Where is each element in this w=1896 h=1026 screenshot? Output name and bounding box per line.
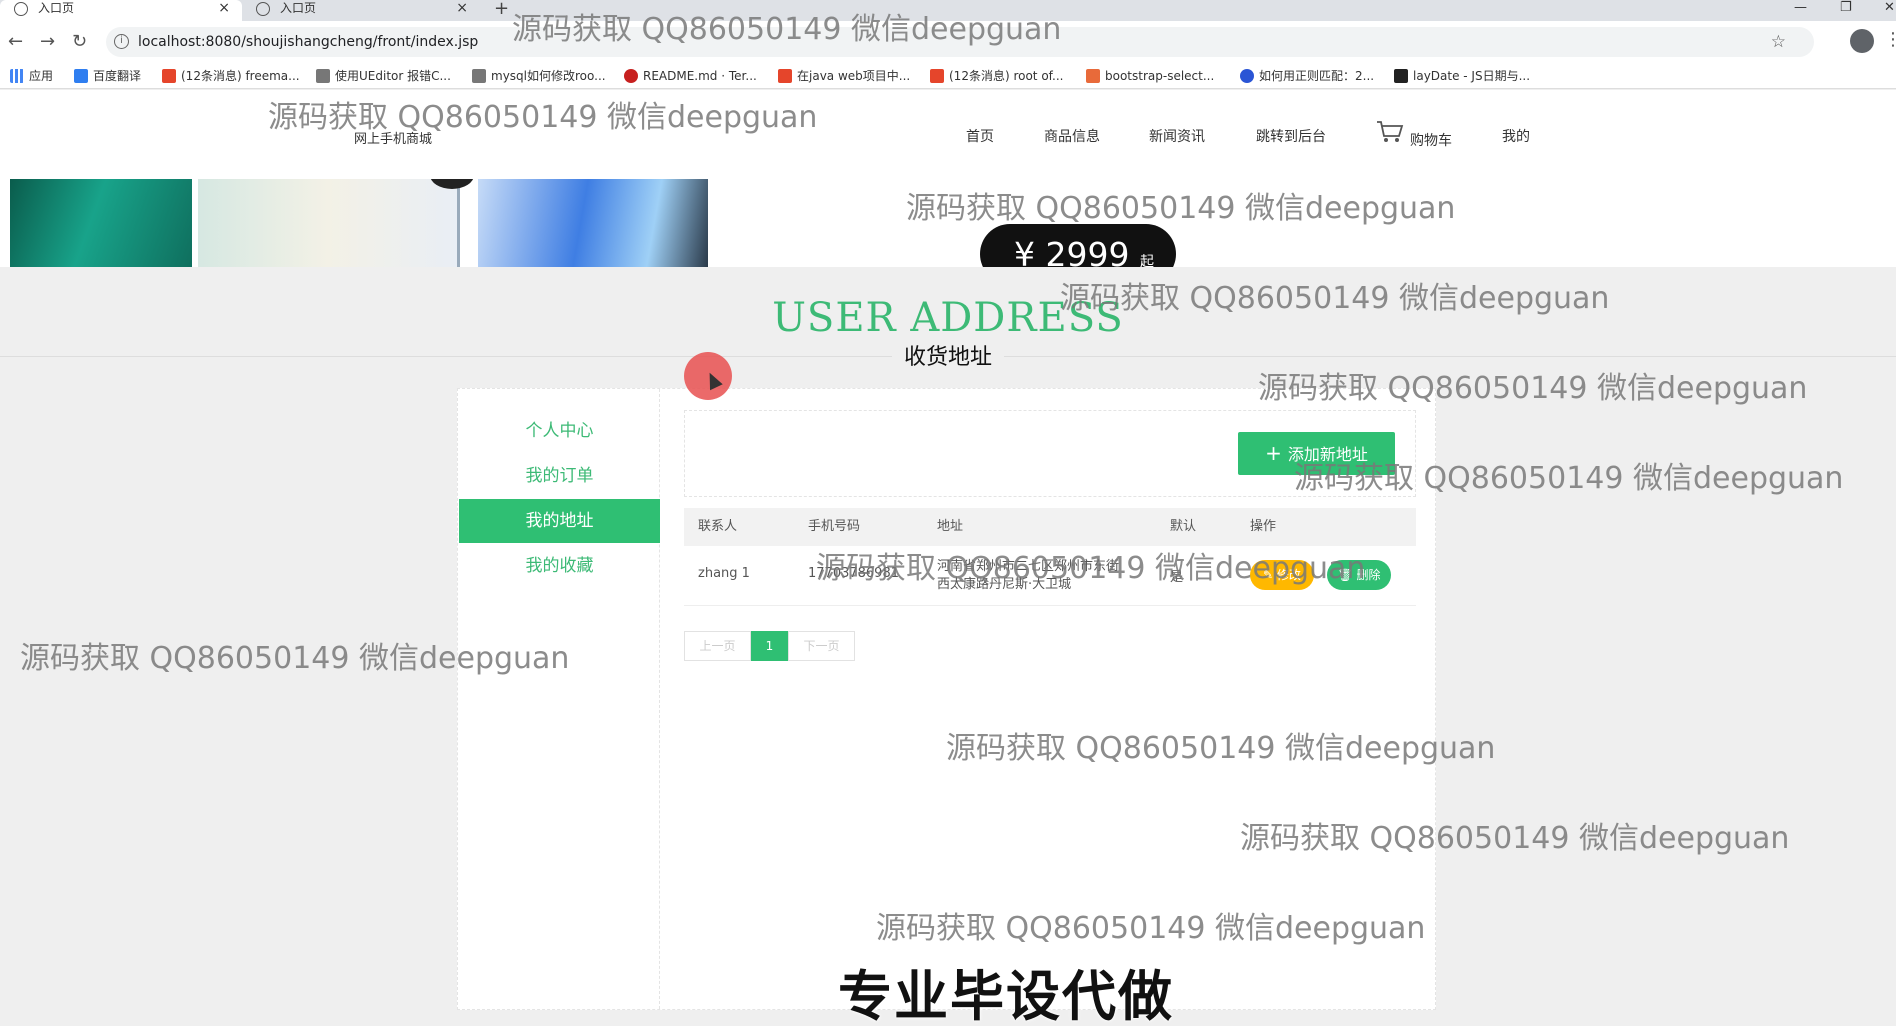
baidu-paw-icon <box>1240 69 1254 83</box>
bookmark-star-icon[interactable]: ☆ <box>1771 27 1786 57</box>
watermark: 源码获取 QQ86050149 微信deepguan <box>1060 281 1610 316</box>
column-header: 默认 <box>1170 519 1197 534</box>
user-sidebar: 个人中心 我的订单 我的地址 我的收藏 <box>458 389 660 1009</box>
bookmark-item[interactable]: 在java web项目中... <box>778 67 910 85</box>
close-tab-icon[interactable]: × <box>456 0 468 17</box>
globe-icon <box>256 2 270 16</box>
price-badge: ¥ 2999 起 <box>980 224 1176 267</box>
nav-admin[interactable]: 跳转到后台 <box>1256 126 1326 146</box>
phone-image <box>10 179 192 267</box>
bookmark-favicon <box>472 69 486 83</box>
cell-contact: zhang 1 <box>698 566 750 581</box>
bookmark-item[interactable]: mysql如何修改roo... <box>472 67 606 85</box>
back-icon[interactable]: ← <box>8 31 23 52</box>
layui-icon <box>1394 69 1408 83</box>
tab-title: 入口页 <box>38 1 75 15</box>
column-header: 地址 <box>937 519 964 534</box>
page-number-current[interactable]: 1 <box>751 631 788 661</box>
plus-icon: + <box>1265 441 1282 465</box>
bookmark-item[interactable]: (12条消息) freema... <box>162 67 300 85</box>
close-window-icon[interactable]: ✕ <box>1884 0 1895 15</box>
watermark: 源码获取 QQ86050149 微信deepguan <box>20 641 570 676</box>
profile-avatar[interactable] <box>1850 29 1874 53</box>
watermark: 源码获取 QQ86050149 微信deepguan <box>512 12 1062 47</box>
price-value: ¥ 2999 <box>1014 235 1130 267</box>
section-heading: USER ADDRESS 收货地址 <box>0 267 1896 370</box>
bookmark-item[interactable]: 百度翻译 <box>74 67 141 85</box>
camera-lens <box>430 179 474 189</box>
sidebar-item-favorites[interactable]: 我的收藏 <box>459 544 660 588</box>
sidebar-item-address[interactable]: 我的地址 <box>459 499 660 543</box>
bookmark-favicon <box>1086 69 1100 83</box>
nav-products[interactable]: 商品信息 <box>1044 126 1100 146</box>
tab-title: 入口页 <box>280 1 317 15</box>
prev-page-button[interactable]: 上一页 <box>684 631 751 661</box>
phone-image <box>478 179 708 267</box>
bookmark-item[interactable]: (12条消息) root of... <box>930 67 1063 85</box>
bookmark-item[interactable]: README.md · Ter... <box>624 67 757 85</box>
bookmark-item[interactable]: bootstrap-select... <box>1086 67 1214 85</box>
nav-news[interactable]: 新闻资讯 <box>1149 126 1205 146</box>
bookmarks-bar: 应用 百度翻译 (12条消息) freema... 使用UEditor 报错C.… <box>0 63 1896 89</box>
bookmark-apps[interactable]: 应用 <box>10 67 53 85</box>
bookmark-item[interactable]: 使用UEditor 报错C... <box>316 67 451 85</box>
forward-icon[interactable]: → <box>40 31 55 52</box>
nav-home[interactable]: 首页 <box>966 126 994 146</box>
watermark: 源码获取 QQ86050149 微信deepguan <box>1294 461 1844 496</box>
csdn-icon <box>778 69 792 83</box>
bookmark-item[interactable]: 如何用正则匹配：2... <box>1240 67 1374 85</box>
sidebar-item-profile[interactable]: 个人中心 <box>459 409 660 453</box>
csdn-icon <box>930 69 944 83</box>
watermark: 源码获取 QQ86050149 微信deepguan <box>1258 371 1808 406</box>
minimize-icon[interactable]: — <box>1794 0 1807 15</box>
nav-mine[interactable]: 我的 <box>1502 126 1530 146</box>
column-header: 手机号码 <box>808 519 861 534</box>
gitee-icon <box>624 69 638 83</box>
baidu-translate-icon <box>74 69 88 83</box>
price-suffix: 起 <box>1139 254 1154 267</box>
phone-image <box>198 179 474 267</box>
watermark: 源码获取 QQ86050149 微信deepguan <box>946 731 1496 766</box>
section-title-en: USER ADDRESS <box>772 295 1124 341</box>
column-header: 联系人 <box>698 519 738 534</box>
csdn-icon <box>162 69 176 83</box>
info-icon[interactable]: i <box>114 34 129 49</box>
watermark: 源码获取 QQ86050149 微信deepguan <box>1240 821 1790 856</box>
url-text: localhost:8080/shoujishangcheng/front/in… <box>138 34 479 50</box>
promo-caption: 专业毕设代做 <box>838 965 1174 1026</box>
close-tab-icon[interactable]: × <box>218 0 230 17</box>
next-page-button[interactable]: 下一页 <box>788 631 855 661</box>
watermark: 源码获取 QQ86050149 微信deepguan <box>268 100 818 135</box>
watermark: 源码获取 QQ86050149 微信deepguan <box>906 191 1456 226</box>
restore-icon[interactable]: ❐ <box>1840 0 1852 15</box>
watermark: 源码获取 QQ86050149 微信deepguan <box>816 551 1366 586</box>
menu-icon[interactable]: ⋮ <box>1884 29 1896 50</box>
apps-grid-icon <box>10 69 24 83</box>
bookmark-item[interactable]: layDate - JS日期与... <box>1394 67 1530 85</box>
new-tab-icon[interactable]: + <box>494 0 509 19</box>
column-header: 操作 <box>1250 519 1277 534</box>
table-header: 联系人 手机号码 地址 默认 操作 <box>684 508 1416 546</box>
globe-icon <box>14 2 28 16</box>
bookmark-favicon <box>316 69 330 83</box>
watermark: 源码获取 QQ86050149 微信deepguan <box>876 911 1426 946</box>
sidebar-item-orders[interactable]: 我的订单 <box>459 454 660 498</box>
browser-tab-active[interactable]: 入口页 × <box>0 0 242 21</box>
reload-icon[interactable]: ↻ <box>72 31 87 52</box>
cart-icon[interactable] <box>1376 120 1404 144</box>
browser-tab[interactable]: 入口页 × <box>242 0 480 21</box>
nav-cart[interactable]: 购物车 <box>1410 130 1452 150</box>
